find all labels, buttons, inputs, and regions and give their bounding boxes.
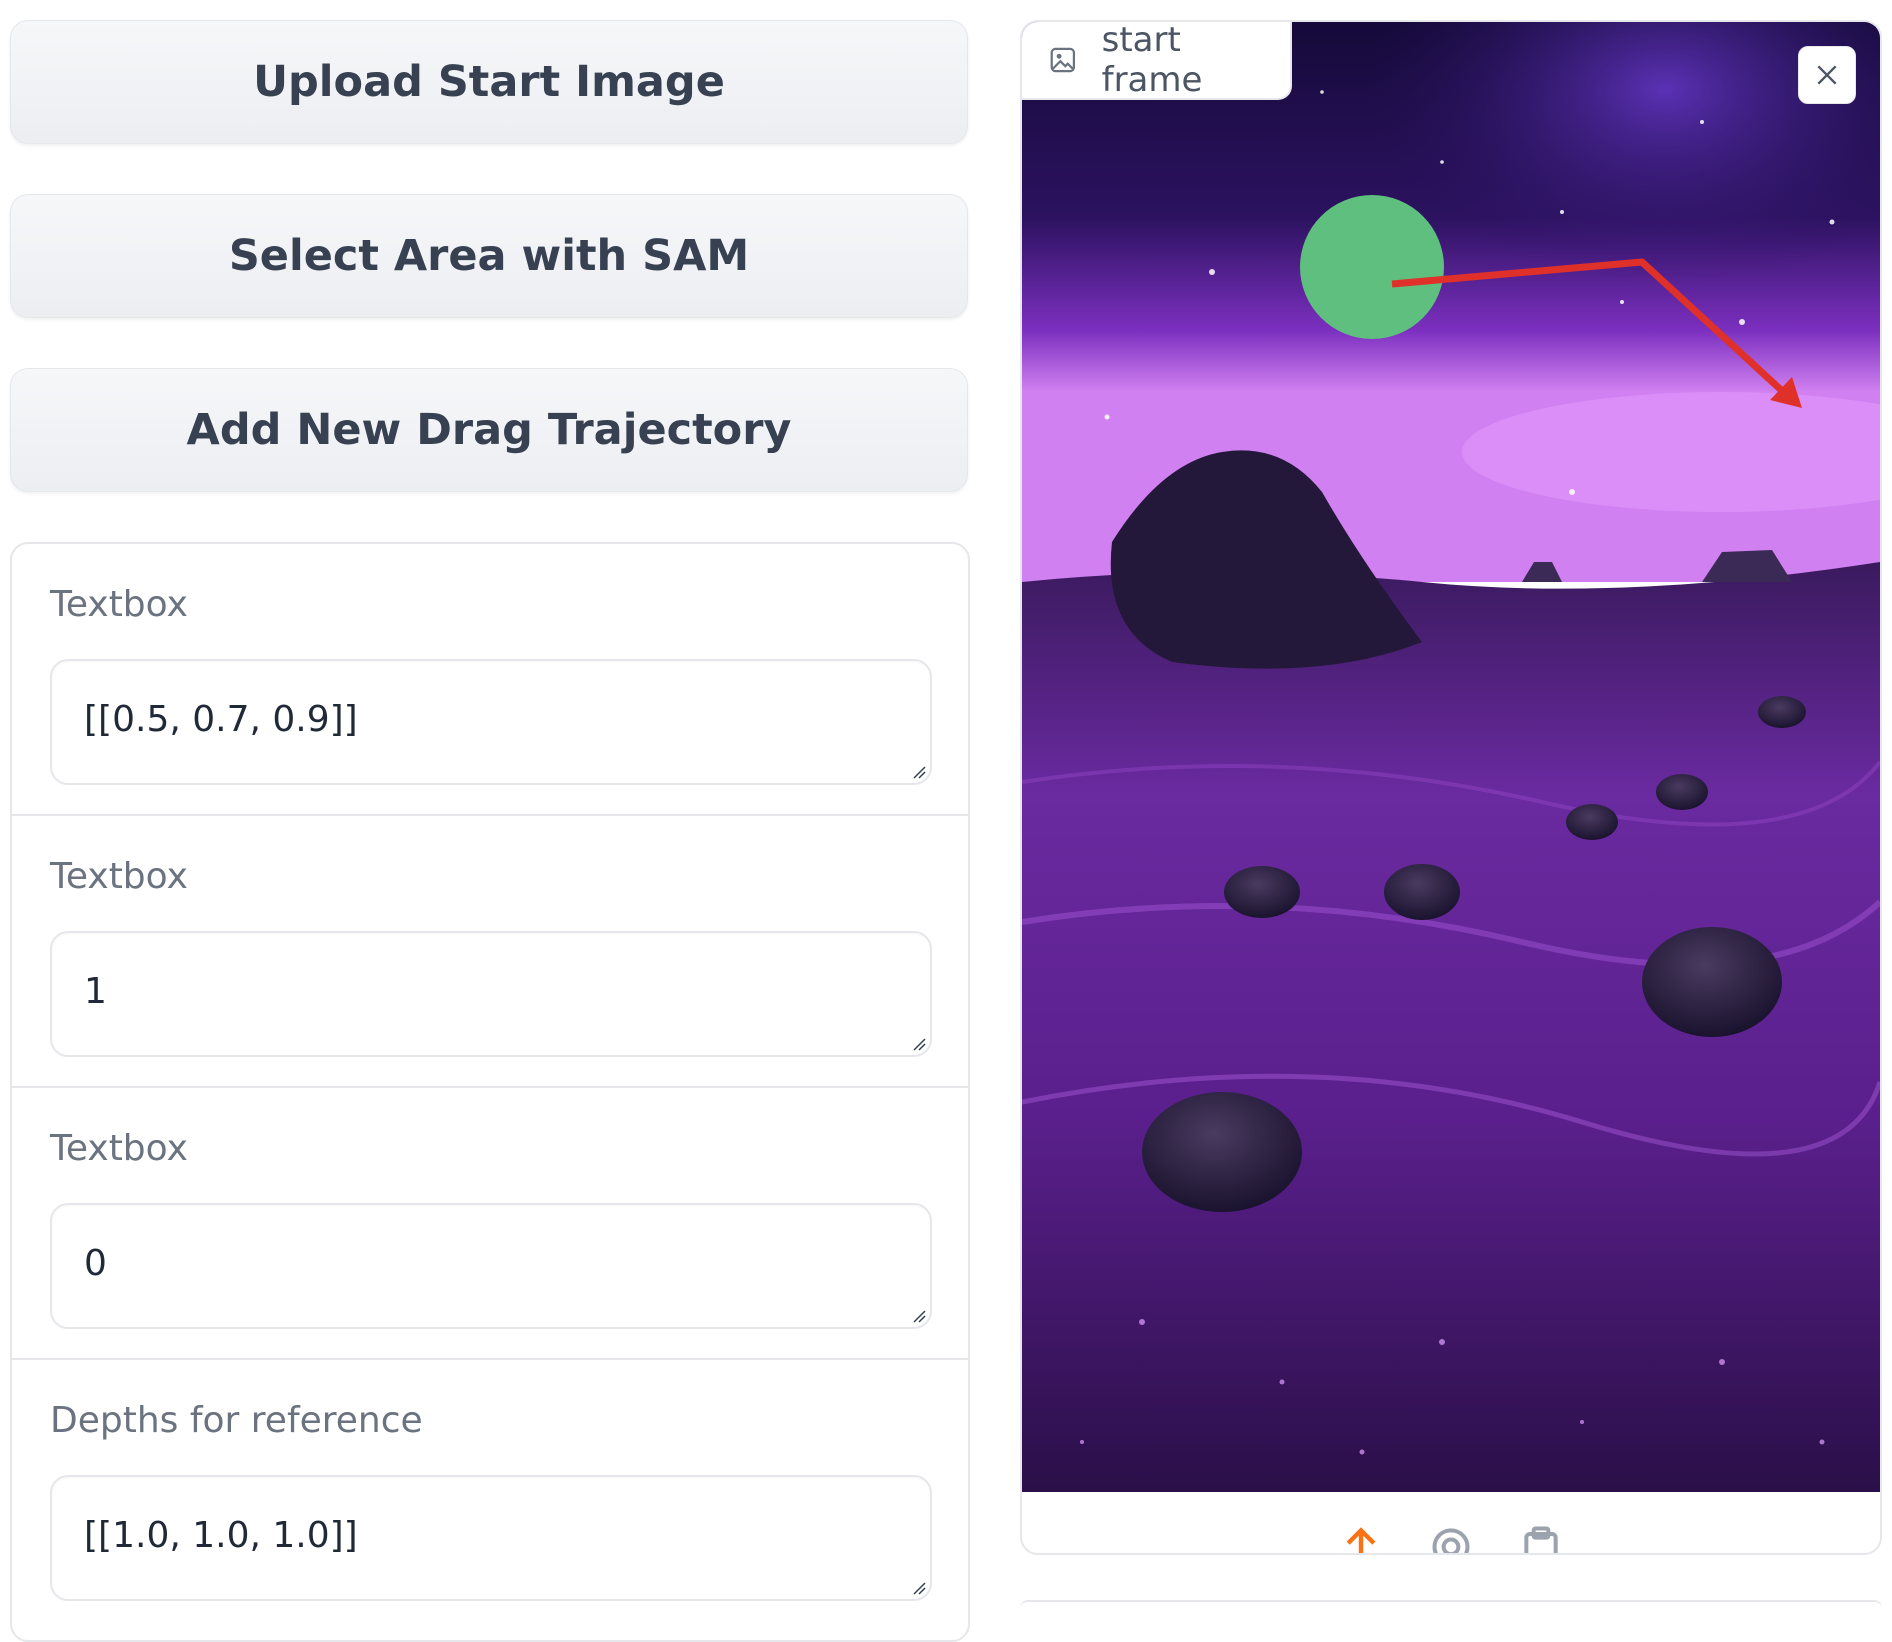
fields-panel: Textbox [[0.5, 0.7, 0.9]] Textbox 1 Text… bbox=[10, 542, 970, 1642]
left-column: Upload Start Image Select Area with SAM … bbox=[10, 20, 970, 1642]
textbox-input-2[interactable]: 1 bbox=[50, 931, 932, 1057]
start-frame-panel: start frame bbox=[1020, 20, 1882, 1555]
resize-grip-icon[interactable] bbox=[912, 765, 926, 779]
resize-grip-icon[interactable] bbox=[912, 1037, 926, 1051]
field-label: Textbox bbox=[50, 584, 188, 625]
resize-grip-icon[interactable] bbox=[912, 1309, 926, 1323]
field-label: Depths for reference bbox=[50, 1400, 423, 1441]
image-label-tab: start frame bbox=[1022, 22, 1292, 100]
sam-mask-overlay bbox=[1300, 195, 1444, 339]
textbox-input-1[interactable]: [[0.5, 0.7, 0.9]] bbox=[50, 659, 932, 785]
field-value: 0 bbox=[84, 1243, 107, 1284]
close-icon bbox=[1817, 65, 1837, 85]
depths-reference-input[interactable]: [[1.0, 1.0, 1.0]] bbox=[50, 1475, 932, 1601]
field-label: Textbox bbox=[50, 1128, 188, 1169]
field-label: Textbox bbox=[50, 856, 188, 897]
resize-grip-icon[interactable] bbox=[912, 1581, 926, 1595]
clipboard-icon bbox=[1524, 1526, 1558, 1553]
upload-icon bbox=[1346, 1527, 1376, 1553]
divider bbox=[12, 1358, 968, 1360]
start-frame-image[interactable]: start frame bbox=[1022, 22, 1880, 1492]
webcam-button[interactable] bbox=[1429, 1523, 1473, 1553]
textbox-input-3[interactable]: 0 bbox=[50, 1203, 932, 1329]
divider bbox=[12, 1086, 968, 1088]
image-label: start frame bbox=[1101, 22, 1203, 100]
alien-landscape-image bbox=[1022, 22, 1880, 1492]
field-value: [[1.0, 1.0, 1.0]] bbox=[84, 1515, 358, 1556]
upload-start-image-button[interactable]: Upload Start Image bbox=[10, 20, 968, 144]
image-icon bbox=[1050, 47, 1076, 73]
field-value: 1 bbox=[84, 971, 107, 1012]
clipboard-button[interactable] bbox=[1519, 1523, 1563, 1553]
divider bbox=[12, 814, 968, 816]
webcam-icon bbox=[1432, 1528, 1470, 1553]
field-value: [[0.5, 0.7, 0.9]] bbox=[84, 699, 358, 740]
next-panel-edge bbox=[1020, 1600, 1882, 1608]
add-drag-trajectory-button[interactable]: Add New Drag Trajectory bbox=[10, 368, 968, 492]
close-button[interactable] bbox=[1798, 46, 1856, 104]
image-source-toolbar bbox=[1022, 1492, 1880, 1553]
upload-button[interactable] bbox=[1339, 1523, 1383, 1553]
select-area-sam-button[interactable]: Select Area with SAM bbox=[10, 194, 968, 318]
